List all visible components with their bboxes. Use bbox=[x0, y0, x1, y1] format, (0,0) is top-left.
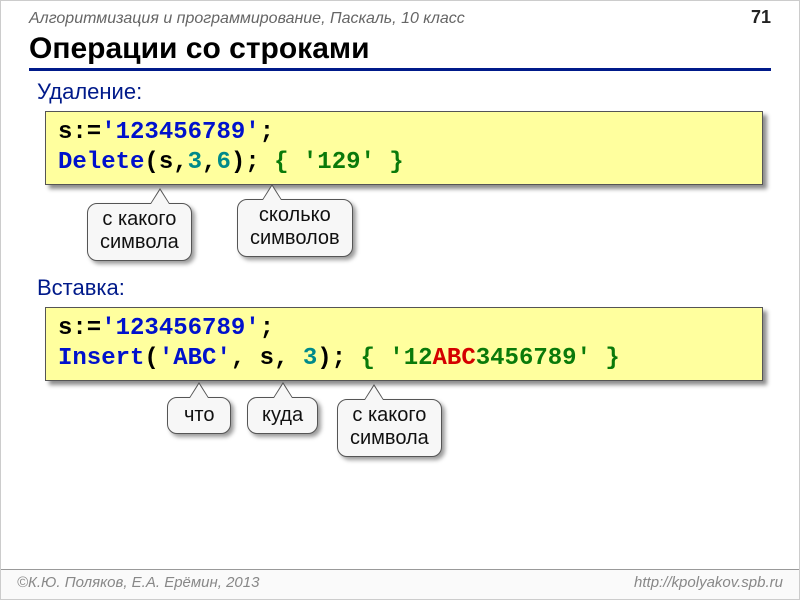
delete-label: Удаление: bbox=[37, 79, 799, 105]
code-fn: Delete bbox=[58, 149, 144, 176]
callout-what: что bbox=[167, 397, 231, 434]
course-title: Алгоритмизация и программирование, Паска… bbox=[29, 10, 465, 28]
footer-url: http://kpolyakov.spb.ru bbox=[634, 574, 783, 591]
code-comma: , bbox=[274, 345, 288, 372]
code-num: 3 bbox=[188, 149, 202, 176]
code-semi: ; bbox=[260, 119, 274, 146]
callout-from-which-char: с какого символа bbox=[87, 203, 192, 261]
callout-text: с какого символа bbox=[350, 404, 429, 449]
code-string: 'ABC' bbox=[159, 345, 231, 372]
code-var: s bbox=[58, 315, 72, 342]
slide-header: Алгоритмизация и программирование, Паска… bbox=[1, 1, 799, 30]
page-title: Операции со строками bbox=[29, 32, 771, 71]
callout-text: куда bbox=[262, 404, 303, 426]
code-assign: := bbox=[72, 119, 101, 146]
code-arg: s bbox=[245, 345, 274, 372]
code-semi: ; bbox=[260, 315, 274, 342]
code-var: s bbox=[58, 119, 72, 146]
callout-text: что bbox=[184, 404, 214, 426]
callout-tail-icon bbox=[151, 190, 169, 204]
slide-footer: ©К.Ю. Поляков, Е.А. Ерёмин, 2013 http://… bbox=[1, 569, 799, 599]
callout-tail-icon bbox=[263, 186, 281, 200]
callout-how-many-chars: сколько символов bbox=[237, 199, 353, 257]
slide: Алгоритмизация и программирование, Паска… bbox=[0, 0, 800, 600]
code-comma: , bbox=[231, 345, 245, 372]
callout-where: куда bbox=[247, 397, 318, 434]
code-comma: , bbox=[173, 149, 187, 176]
callout-from-which-char: с какого символа bbox=[337, 399, 442, 457]
code-string: '123456789' bbox=[101, 315, 259, 342]
code-comment-part: 3456789 bbox=[476, 345, 577, 372]
code-paren: ( bbox=[144, 149, 158, 176]
callout-text: сколько символов bbox=[250, 204, 340, 249]
code-box: s:='123456789'; Insert('ABC', s, 3); { '… bbox=[45, 307, 763, 381]
code-close: ); bbox=[231, 149, 260, 176]
code-paren: ( bbox=[144, 345, 158, 372]
code-assign: := bbox=[72, 315, 101, 342]
insert-callouts: что куда с какого символа bbox=[37, 381, 763, 491]
insert-label: Вставка: bbox=[37, 275, 799, 301]
code-string: '123456789' bbox=[101, 119, 259, 146]
callout-text: с какого символа bbox=[100, 208, 179, 253]
code-comment-part: 12 bbox=[404, 345, 433, 372]
insert-code-block: s:='123456789'; Insert('ABC', s, 3); { '… bbox=[45, 307, 763, 381]
footer-copyright: ©К.Ю. Поляков, Е.А. Ерёмин, 2013 bbox=[17, 574, 259, 591]
code-comment: { '129' } bbox=[274, 149, 404, 176]
code-comment-part: { ' bbox=[361, 345, 404, 372]
code-comma: , bbox=[202, 149, 216, 176]
code-close: ); bbox=[317, 345, 346, 372]
callout-tail-icon bbox=[274, 384, 292, 398]
delete-callouts: с какого символа сколько символов bbox=[37, 185, 763, 275]
code-num: 3 bbox=[288, 345, 317, 372]
code-comment: { '12ABC3456789' } bbox=[361, 345, 620, 372]
code-box: s:='123456789'; Delete(s,3,6); { '129' } bbox=[45, 111, 763, 185]
code-num: 6 bbox=[216, 149, 230, 176]
delete-code-block: s:='123456789'; Delete(s,3,6); { '129' } bbox=[45, 111, 763, 185]
callout-tail-icon bbox=[365, 386, 383, 400]
callout-tail-icon bbox=[190, 384, 208, 398]
code-comment-part: ' } bbox=[577, 345, 620, 372]
code-comment-highlight: ABC bbox=[433, 345, 476, 372]
page-number: 71 bbox=[751, 7, 771, 28]
code-fn: Insert bbox=[58, 345, 144, 372]
code-arg: s bbox=[159, 149, 173, 176]
